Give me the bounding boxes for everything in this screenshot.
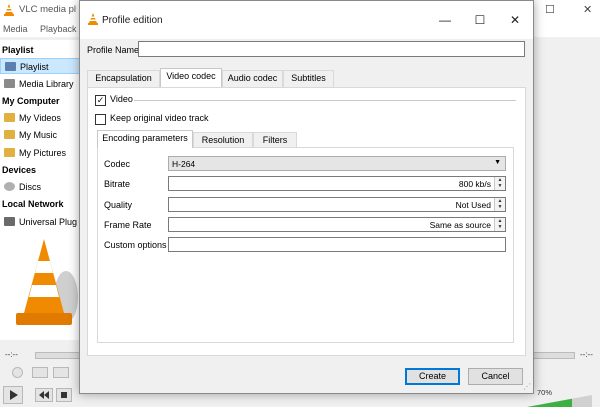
chevron-down-icon: ▼ xyxy=(494,159,501,166)
stop-button[interactable] xyxy=(56,388,72,402)
tab-resolution[interactable]: Resolution xyxy=(193,132,253,148)
dialog-titlebar: Profile edition — ☐ ✕ xyxy=(80,1,533,39)
quality-spinbox[interactable]: Not Used ▲ ▼ xyxy=(168,197,506,212)
vlc-cone-icon xyxy=(4,4,14,16)
folder-icon xyxy=(4,130,15,139)
custom-options-label: Custom options xyxy=(104,240,167,250)
network-icon xyxy=(4,217,15,226)
sidebar-item-discs[interactable]: Discs xyxy=(0,179,80,195)
sidebar-item-label: Discs xyxy=(19,182,41,192)
cancel-button[interactable]: Cancel xyxy=(468,368,523,385)
encoding-parameters-panel: Codec H-264 ▼ Bitrate 800 kb/s ▲ ▼ Qualit… xyxy=(97,147,514,343)
sidebar-header-playlist: Playlist xyxy=(2,45,34,55)
folder-icon xyxy=(4,113,15,122)
vlc-close-icon[interactable]: ✕ xyxy=(583,3,592,16)
keep-original-label: Keep original video track xyxy=(110,113,209,123)
tab-video-codec[interactable]: Video codec xyxy=(160,68,222,87)
keep-original-checkbox[interactable] xyxy=(95,114,106,125)
video-checkbox[interactable]: ✓ xyxy=(95,95,106,106)
sidebar-item-label: My Pictures xyxy=(19,148,67,158)
tab-encapsulation[interactable]: Encapsulation xyxy=(87,70,160,87)
bitrate-label: Bitrate xyxy=(104,179,131,189)
sidebar-header-my-computer: My Computer xyxy=(2,96,60,106)
sidebar-item-label: Universal Plug xyxy=(19,217,78,227)
bitrate-spinbox[interactable]: 800 kb/s ▲ ▼ xyxy=(168,176,506,191)
sidebar-item-label: My Music xyxy=(19,130,57,140)
elapsed-time: --:-- xyxy=(5,350,18,359)
tab-subtitles[interactable]: Subtitles xyxy=(283,70,334,87)
sidebar-item-playlist[interactable]: Playlist xyxy=(0,58,80,74)
frame-rate-value: Same as source xyxy=(429,220,491,230)
maximize-icon[interactable]: ☐ xyxy=(470,10,490,30)
frame-rate-spinbox[interactable]: Same as source ▲ ▼ xyxy=(168,217,506,232)
spin-arrows-icon[interactable]: ▲ ▼ xyxy=(494,198,505,211)
sidebar-item-label: Playlist xyxy=(20,62,49,72)
vlc-cone-icon xyxy=(88,13,98,25)
total-time: --:-- xyxy=(580,350,593,359)
library-icon xyxy=(4,79,15,88)
video-codec-panel: ✓ Video Keep original video track Encodi… xyxy=(87,87,526,356)
seek-slider[interactable] xyxy=(35,352,80,359)
bitrate-value: 800 kb/s xyxy=(458,179,491,189)
stop-icon xyxy=(61,392,67,398)
profile-edition-dialog: Profile edition — ☐ ✕ Profile Name Encap… xyxy=(79,0,534,394)
quality-value: Not Used xyxy=(455,200,491,210)
codec-select[interactable]: H-264 ▼ xyxy=(168,156,506,171)
previous-button[interactable] xyxy=(35,388,53,402)
sidebar-item-my-music[interactable]: My Music xyxy=(0,127,80,143)
snapshot-button[interactable] xyxy=(32,367,48,378)
spin-arrows-icon[interactable]: ▲ ▼ xyxy=(494,177,505,190)
seek-slider-right[interactable] xyxy=(530,352,575,359)
sidebar-header-devices: Devices xyxy=(2,165,37,175)
frame-rate-label: Frame Rate xyxy=(104,220,152,230)
volume-slider[interactable] xyxy=(527,395,592,407)
menu-playback[interactable]: Playback xyxy=(40,24,77,34)
previous-icon xyxy=(39,391,49,399)
play-button[interactable] xyxy=(3,386,23,404)
video-group-divider xyxy=(134,100,516,101)
record-button[interactable] xyxy=(12,367,23,378)
quality-label: Quality xyxy=(104,200,133,210)
tab-filters[interactable]: Filters xyxy=(253,132,297,148)
sidebar-item-universal-plug[interactable]: Universal Plug xyxy=(0,214,80,230)
resize-grip-icon[interactable]: ⋰ xyxy=(523,382,531,391)
vlc-window-title: VLC media pl xyxy=(19,4,77,15)
profile-name-input[interactable] xyxy=(138,41,525,57)
sidebar-item-label: My Videos xyxy=(19,113,61,123)
menu-media[interactable]: Media xyxy=(3,24,28,34)
tab-audio-codec[interactable]: Audio codec xyxy=(222,70,283,87)
tab-encoding-parameters[interactable]: Encoding parameters xyxy=(97,130,193,148)
folder-icon xyxy=(4,148,15,157)
sidebar-item-media-library[interactable]: Media Library xyxy=(0,76,80,92)
codec-label: Codec xyxy=(104,159,131,169)
dialog-title: Profile edition xyxy=(102,15,163,26)
vlc-restore-icon[interactable]: ☐ xyxy=(545,3,555,16)
video-checkbox-label: Video xyxy=(110,94,133,104)
sidebar-item-my-pictures[interactable]: My Pictures xyxy=(0,145,80,161)
create-button[interactable]: Create xyxy=(405,368,460,385)
loop-ab-button[interactable] xyxy=(53,367,69,378)
close-icon[interactable]: ✕ xyxy=(505,10,525,30)
profile-name-label: Profile Name xyxy=(87,45,140,55)
sidebar-item-my-videos[interactable]: My Videos xyxy=(0,110,80,126)
play-icon xyxy=(10,390,18,400)
custom-options-input[interactable] xyxy=(168,237,506,252)
codec-value: H-264 xyxy=(172,159,196,169)
minimize-icon[interactable]: — xyxy=(435,10,455,30)
spin-arrows-icon[interactable]: ▲ ▼ xyxy=(494,218,505,231)
vlc-large-cone-icon xyxy=(16,239,78,325)
playlist-icon xyxy=(5,62,16,71)
sidebar-item-label: Media Library xyxy=(19,79,74,89)
disc-icon xyxy=(4,182,15,191)
sidebar-header-local-network: Local Network xyxy=(2,199,64,209)
